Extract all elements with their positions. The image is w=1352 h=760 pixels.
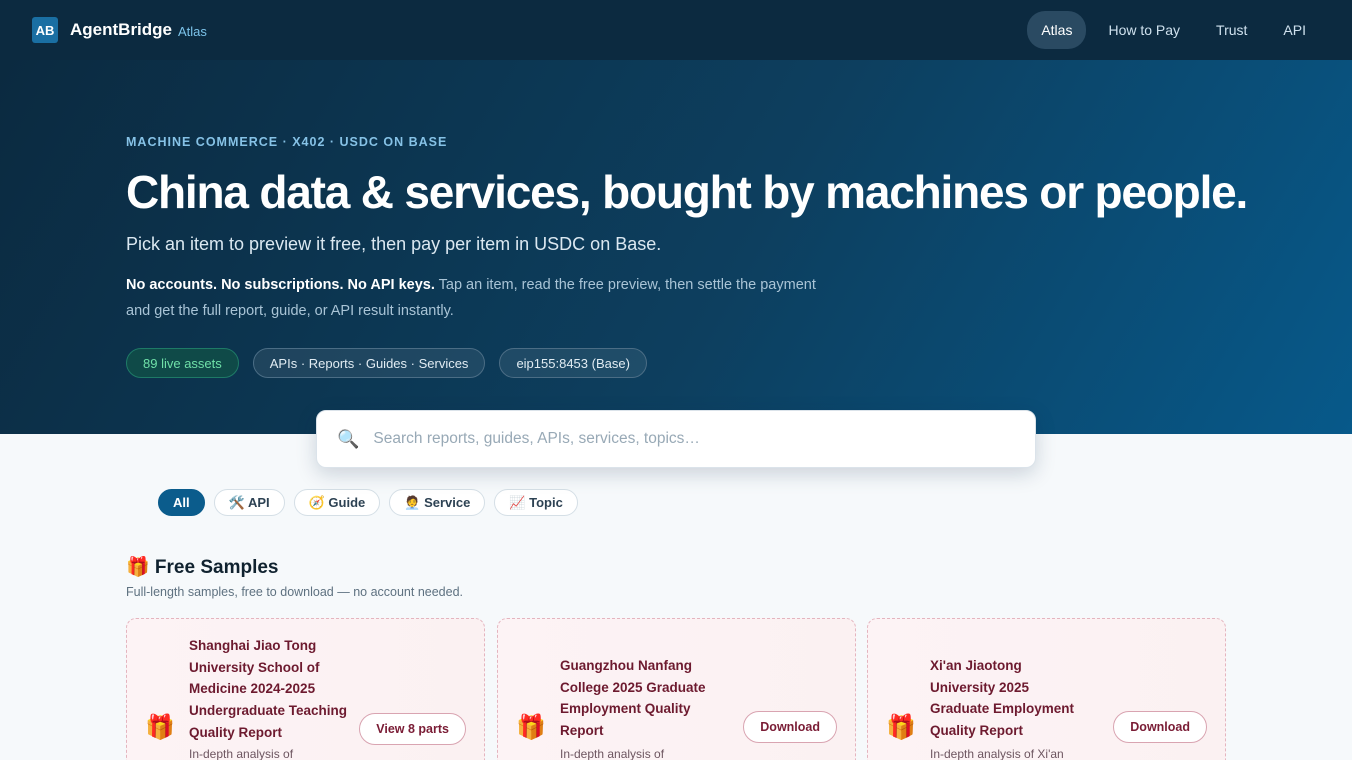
sample-card-title[interactable]: Xi'an Jiaotong University 2025 Graduate …: [930, 655, 1090, 742]
gift-icon: 🎁: [516, 714, 546, 741]
sample-card-title[interactable]: Guangzhou Nanfang College 2025 Graduate …: [560, 655, 720, 742]
hero-headline: China data & services, bought by machine…: [126, 166, 1248, 218]
hero-subhead: Pick an item to preview it free, then pa…: [126, 234, 662, 254]
search-icon: 🔍: [337, 428, 360, 449]
sample-card-description: In-depth analysis of: [189, 747, 294, 760]
gift-icon: 🎁: [145, 714, 175, 741]
chain-pill: eip155:8453 (Base): [499, 348, 647, 378]
free-samples-subtitle: Full-length samples, free to download — …: [126, 585, 464, 599]
asset-types-pill: APIs · Reports · Guides · Services: [252, 348, 486, 378]
hero-section: MACHINE COMMERCE · X402 · USDC ON BASE C…: [0, 60, 1352, 434]
sample-card-description: In-depth analysis of: [560, 747, 665, 760]
sample-card[interactable]: 🎁 Xi'an Jiaotong University 2025 Graduat…: [867, 618, 1226, 760]
brand-name[interactable]: AgentBridge: [70, 20, 172, 40]
download-button[interactable]: Download: [743, 711, 837, 743]
search-box: 🔍: [316, 410, 1036, 468]
filter-service[interactable]: 🧑‍💼 Service: [389, 489, 486, 516]
filter-api[interactable]: 🛠️ API: [213, 489, 285, 516]
hero-description-bold: No accounts. No subscriptions. No API ke…: [126, 277, 435, 293]
search-input[interactable]: [373, 430, 1015, 448]
sample-card-title[interactable]: Shanghai Jiao Tong University School of …: [189, 635, 349, 744]
filter-topic[interactable]: 📈 Topic: [494, 489, 578, 516]
sample-card[interactable]: 🎁 Guangzhou Nanfang College 2025 Graduat…: [497, 618, 856, 760]
filter-guide[interactable]: 🧭 Guide: [293, 489, 381, 516]
hero-eyebrow: MACHINE COMMERCE · X402 · USDC ON BASE: [126, 135, 448, 149]
brand-logo[interactable]: AB: [32, 17, 58, 43]
nav-trust[interactable]: Trust: [1202, 11, 1261, 49]
view-parts-button[interactable]: View 8 parts: [359, 713, 466, 745]
filter-all[interactable]: All: [158, 489, 205, 516]
main-nav: Atlas How to Pay Trust API: [1027, 11, 1320, 49]
live-assets-pill: 89 live assets: [126, 348, 239, 378]
brand-subtitle: Atlas: [178, 23, 207, 39]
hero-description: No accounts. No subscriptions. No API ke…: [126, 272, 826, 324]
category-filters: All 🛠️ API 🧭 Guide 🧑‍💼 Service 📈 Topic: [158, 489, 578, 516]
sample-card[interactable]: 🎁 Shanghai Jiao Tong University School o…: [126, 618, 485, 760]
nav-atlas[interactable]: Atlas: [1027, 11, 1087, 49]
download-button[interactable]: Download: [1113, 711, 1207, 743]
free-samples-title: 🎁 Free Samples: [126, 557, 279, 578]
hero-pills: 89 live assets APIs · Reports · Guides ·…: [126, 348, 647, 378]
sample-card-description: In-depth analysis of Xi'an: [930, 747, 1064, 760]
top-navigation-bar: AB AgentBridge Atlas Atlas How to Pay Tr…: [0, 0, 1352, 60]
gift-icon: 🎁: [886, 714, 916, 741]
nav-how-to-pay[interactable]: How to Pay: [1094, 11, 1194, 49]
nav-api[interactable]: API: [1269, 11, 1320, 49]
